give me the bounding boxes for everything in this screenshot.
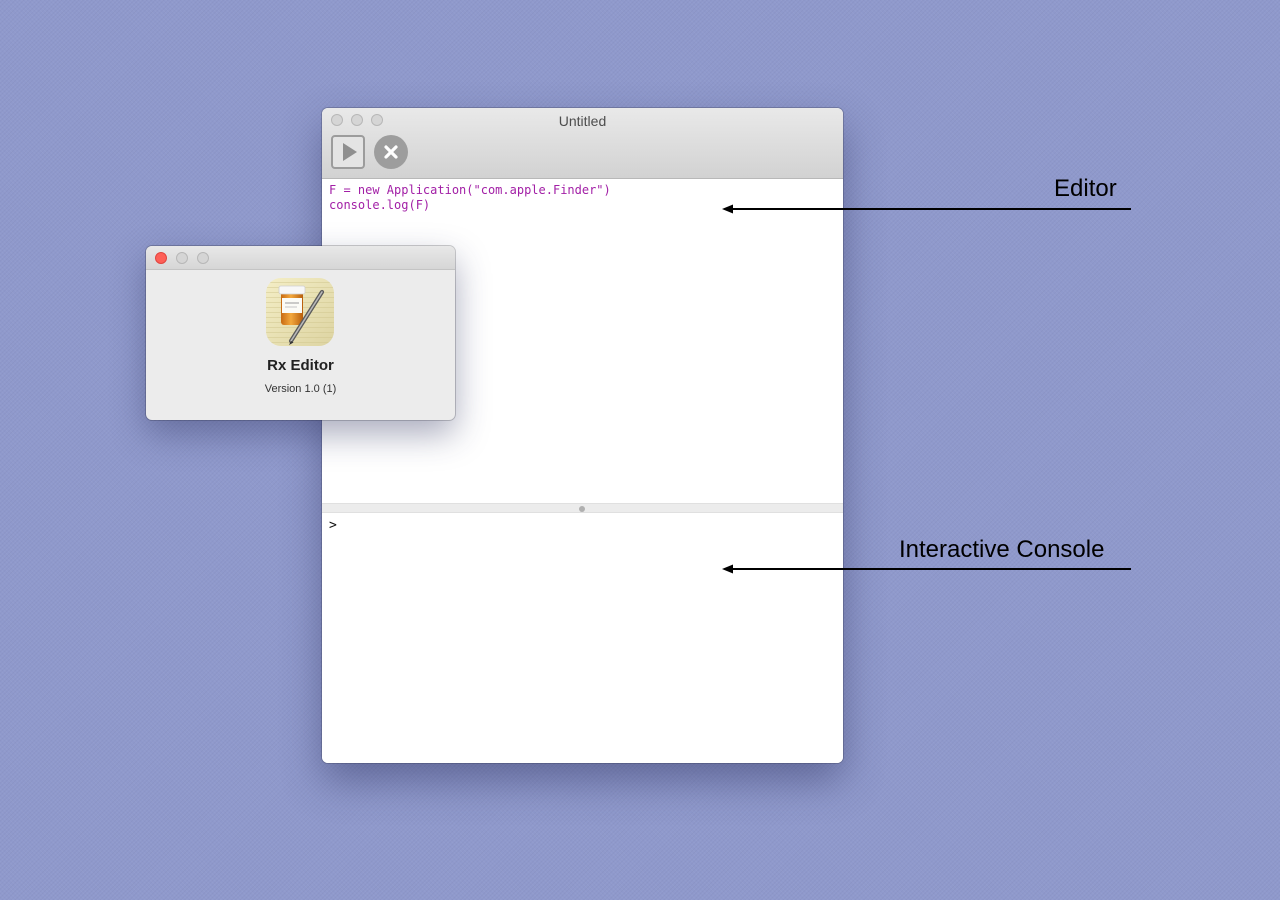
editor-annotation-label: Editor: [1054, 175, 1117, 202]
minimize-window-button[interactable]: [176, 252, 188, 264]
console-annotation-arrow: [722, 564, 1131, 574]
editor-annotation-arrow: [722, 204, 1131, 214]
stop-button[interactable]: [374, 135, 408, 169]
app-name: Rx Editor: [267, 357, 334, 374]
window-title: Untitled: [558, 113, 607, 129]
window-controls: [155, 252, 209, 264]
stop-x-icon: [384, 145, 398, 159]
console-annotation-label: Interactive Console: [899, 536, 1105, 563]
editor-window-titlebar[interactable]: Untitled: [322, 108, 843, 179]
close-window-button[interactable]: [155, 252, 167, 264]
rx-editor-app-icon: [266, 278, 334, 346]
run-button[interactable]: [331, 135, 365, 169]
code-line[interactable]: F = new Application("com.apple.Finder"): [329, 183, 836, 198]
app-version: Version 1.0 (1): [264, 383, 337, 395]
about-window-titlebar[interactable]: [146, 246, 455, 270]
console-prompt: >: [329, 518, 337, 533]
play-icon: [342, 143, 357, 161]
interactive-console[interactable]: >: [322, 513, 843, 763]
divider-handle[interactable]: [579, 506, 585, 512]
about-window: Rx Editor Version 1.0 (1): [146, 246, 455, 420]
zoom-window-button[interactable]: [197, 252, 209, 264]
split-divider[interactable]: [322, 503, 843, 513]
